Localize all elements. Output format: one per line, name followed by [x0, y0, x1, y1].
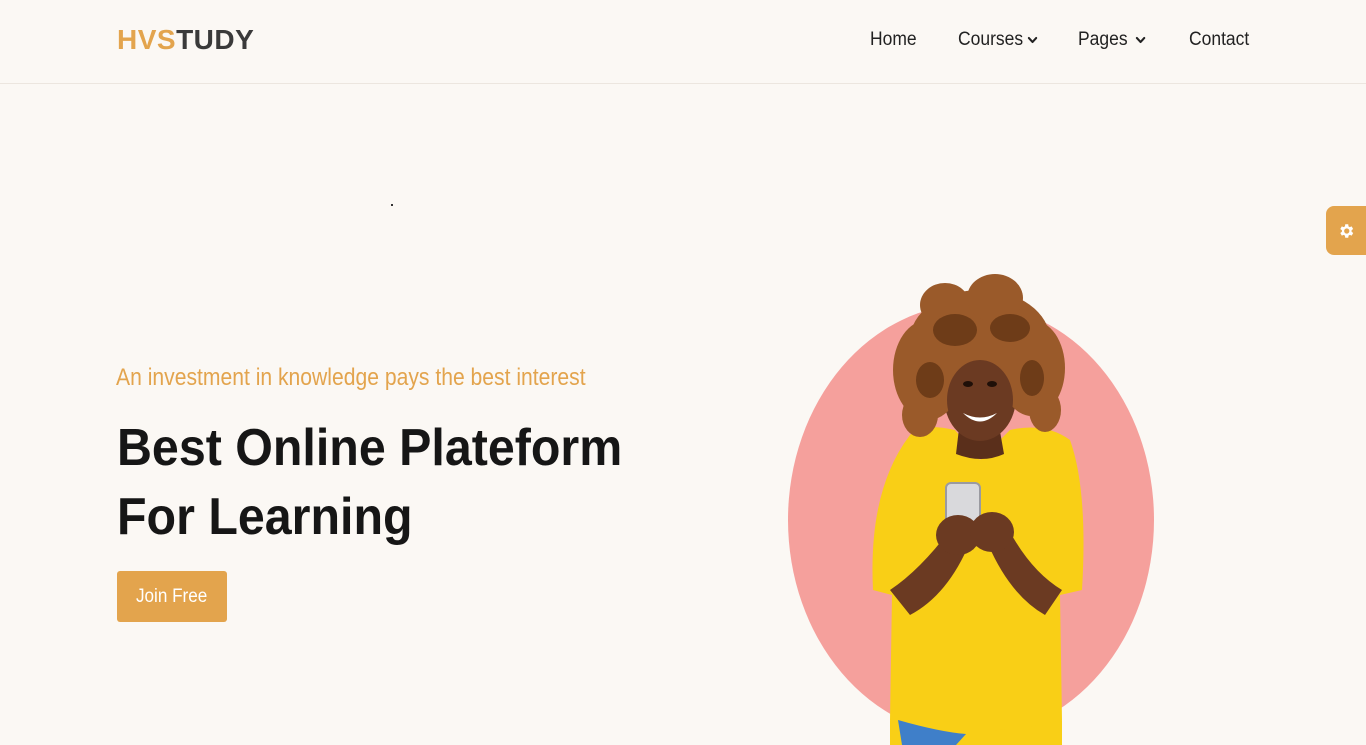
hero-headline-line1: Best Online Plateform: [117, 419, 623, 477]
nav-pages-label: Pages: [1078, 29, 1128, 50]
nav-home[interactable]: Home: [870, 28, 917, 52]
gear-icon: [1340, 223, 1354, 238]
nav-contact[interactable]: Contact: [1189, 28, 1249, 52]
chevron-down-icon: [1135, 34, 1146, 46]
nav-pages[interactable]: Pages: [1078, 28, 1146, 52]
nav-contact-label: Contact: [1189, 29, 1250, 50]
landing-page: HVSTUDY Home Courses Pages Contact An in…: [0, 0, 1366, 745]
join-free-label: Join Free: [136, 585, 208, 607]
settings-toggle-button[interactable]: [1326, 206, 1366, 255]
student-with-phone-illustration: [788, 274, 1154, 745]
join-free-button[interactable]: Join Free: [117, 571, 227, 622]
hero-headline-line2: For Learning: [117, 488, 413, 546]
main-nav: Home Courses Pages Contact: [0, 28, 1366, 52]
decorative-dot: [391, 204, 393, 206]
nav-courses[interactable]: Courses: [958, 28, 1038, 52]
chevron-down-icon: [1027, 34, 1038, 46]
hero-tagline: An investment in knowledge pays the best…: [116, 364, 586, 391]
hero-headline: Best Online Plateform For Learning: [117, 414, 638, 552]
site-header: HVSTUDY Home Courses Pages Contact: [0, 0, 1366, 84]
nav-home-label: Home: [870, 29, 917, 50]
nav-courses-label: Courses: [958, 29, 1024, 50]
